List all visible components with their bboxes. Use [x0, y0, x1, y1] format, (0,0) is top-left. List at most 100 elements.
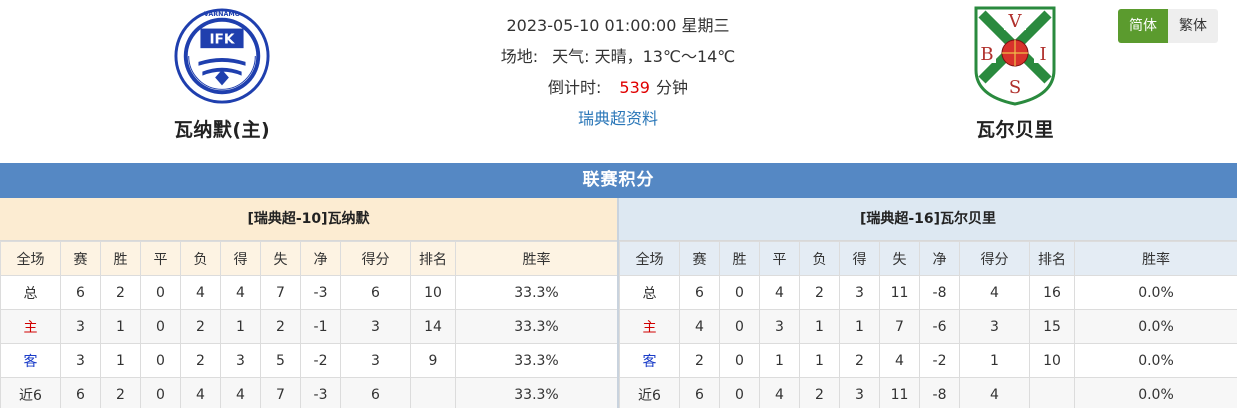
- away-team: V B I S 瓦尔贝里: [915, 6, 1115, 142]
- table-cell: 2: [839, 343, 880, 378]
- table-cell: 33.3%: [455, 343, 617, 378]
- column-header: 失: [260, 241, 301, 276]
- table-cell: 4: [759, 377, 800, 408]
- match-header: IFK VÄRNAMO 瓦纳默(主) 2023-05-10 01:00:00 星…: [0, 0, 1237, 163]
- table-row: 总 6 0 4 2 3 11 -8 4 16 0.0%: [619, 275, 1237, 310]
- match-info: 2023-05-10 01:00:00 星期三 场地: 天气: 天晴，13℃～14…: [418, 12, 818, 136]
- table-cell: -2: [919, 343, 960, 378]
- table-cell: 3: [839, 377, 880, 408]
- table-cell: -1: [300, 309, 341, 344]
- table-cell: 4: [220, 275, 261, 310]
- simplified-chinese-button[interactable]: 简体: [1118, 9, 1168, 43]
- table-cell: 3: [340, 309, 411, 344]
- table-cell: 1: [100, 309, 141, 344]
- table-cell: 3: [220, 343, 261, 378]
- row-label: 主: [619, 309, 680, 344]
- table-cell: -6: [919, 309, 960, 344]
- row-label: 总: [0, 275, 61, 310]
- match-countdown: 倒计时: 539 分钟: [418, 74, 818, 105]
- row-label: 客: [0, 343, 61, 378]
- table-cell: 3: [839, 275, 880, 310]
- table-cell: 5: [260, 343, 301, 378]
- countdown-label: 倒计时:: [548, 78, 602, 97]
- table-row: 近6 6 2 0 4 4 7 -3 6 33.3%: [0, 377, 617, 408]
- table-cell: -3: [300, 275, 341, 310]
- table-cell: 7: [879, 309, 920, 344]
- table-cell: 0: [719, 275, 760, 310]
- column-header: 净: [300, 241, 341, 276]
- column-header: 平: [140, 241, 181, 276]
- table-row: 近6 6 0 4 2 3 11 -8 4 0.0%: [619, 377, 1237, 408]
- away-standings-header-row: 全场赛胜平负得失净得分 排名 胜率: [619, 241, 1237, 276]
- table-cell: 1: [799, 309, 840, 344]
- table-row: 总 6 2 0 4 4 7 -3 6 10 33.3%: [0, 275, 617, 310]
- svg-text:B: B: [980, 44, 993, 65]
- column-header: 失: [879, 241, 920, 276]
- weather-label: 天气:: [552, 47, 590, 66]
- table-cell: 16: [1029, 275, 1075, 310]
- svg-text:I: I: [1039, 44, 1046, 65]
- table-cell: 0.0%: [1074, 309, 1237, 344]
- table-cell: 1: [799, 343, 840, 378]
- table-cell: 2: [799, 377, 840, 408]
- row-label: 近6: [619, 377, 680, 408]
- table-cell: -8: [919, 275, 960, 310]
- table-cell: 1: [100, 343, 141, 378]
- table-cell: 2: [799, 275, 840, 310]
- table-cell: 33.3%: [455, 377, 617, 408]
- table-cell: 3: [60, 343, 101, 378]
- table-cell: 4: [180, 275, 221, 310]
- table-row: 主 4 0 3 1 1 7 -6 3 15 0.0%: [619, 309, 1237, 344]
- column-header: 得: [839, 241, 880, 276]
- table-cell: 0.0%: [1074, 275, 1237, 310]
- table-cell: 4: [220, 377, 261, 408]
- venue-label: 场地:: [500, 47, 539, 66]
- table-cell: 6: [340, 275, 411, 310]
- column-header: 排名: [1029, 241, 1075, 276]
- language-switch: 简体 繁体: [1118, 9, 1218, 43]
- table-cell: 2: [100, 275, 141, 310]
- table-cell: 15: [1029, 309, 1075, 344]
- away-standings-panel: [瑞典超-16]瓦尔贝里 全场赛胜平负得失净得分 排名 胜率总 6 0 4 2 3 11 -8 4 1…: [619, 198, 1237, 408]
- table-cell: 2: [180, 309, 221, 344]
- table-cell: 3: [759, 309, 800, 344]
- row-label: 总: [619, 275, 680, 310]
- table-cell: 6: [679, 275, 720, 310]
- table-cell: 7: [260, 377, 301, 408]
- svg-text:S: S: [1009, 77, 1021, 98]
- table-cell: -3: [300, 377, 341, 408]
- column-header: 负: [180, 241, 221, 276]
- standings-section-title: 联赛积分: [0, 163, 1237, 198]
- table-cell: 4: [679, 309, 720, 344]
- column-header: 胜: [719, 241, 760, 276]
- away-standings-table: 全场赛胜平负得失净得分 排名 胜率总 6 0 4 2 3 11 -8 4 16 0.0% 主 4 0 3 1 1 7-…: [619, 241, 1237, 408]
- away-team-name[interactable]: 瓦尔贝里: [915, 115, 1115, 142]
- match-datetime: 2023-05-10 01:00:00 星期三: [506, 16, 730, 35]
- home-standings-header-row: 全场赛胜平负得失净得分 排名 胜率: [0, 241, 617, 276]
- home-team-name[interactable]: 瓦纳默(主): [122, 115, 322, 142]
- table-cell: [410, 377, 456, 408]
- column-header: 全场: [619, 241, 680, 276]
- traditional-chinese-button[interactable]: 繁体: [1168, 9, 1218, 43]
- table-cell: 6: [60, 377, 101, 408]
- match-venue-weather: 场地: 天气: 天晴，13℃～14℃: [418, 43, 818, 74]
- league-info-link[interactable]: 瑞典超资料: [578, 109, 658, 128]
- home-standings-panel: [瑞典超-10]瓦纳默 全场赛胜平负得失净得分 排名 胜率总 6 2 0 4 4 7 -3 6 10 3…: [0, 198, 617, 408]
- home-standings-title: [瑞典超-10]瓦纳默: [0, 198, 617, 241]
- column-header: 排名: [410, 241, 456, 276]
- table-cell: 0: [140, 275, 181, 310]
- weather-value: 天晴，13℃～14℃: [594, 47, 736, 66]
- table-row: 客 3 1 0 2 3 5 -2 3 9 33.3%: [0, 343, 617, 378]
- table-cell: 0.0%: [1074, 343, 1237, 378]
- table-cell: 2: [100, 377, 141, 408]
- table-cell: 9: [410, 343, 456, 378]
- table-cell: [1029, 377, 1075, 408]
- home-team-logo[interactable]: IFK VÄRNAMO: [122, 6, 322, 106]
- column-header: 赛: [60, 241, 101, 276]
- row-label: 客: [619, 343, 680, 378]
- table-cell: 6: [60, 275, 101, 310]
- away-team-logo[interactable]: V B I S: [915, 6, 1115, 106]
- svg-text:IFK: IFK: [209, 31, 235, 47]
- table-cell: 11: [879, 275, 920, 310]
- column-header: 得: [220, 241, 261, 276]
